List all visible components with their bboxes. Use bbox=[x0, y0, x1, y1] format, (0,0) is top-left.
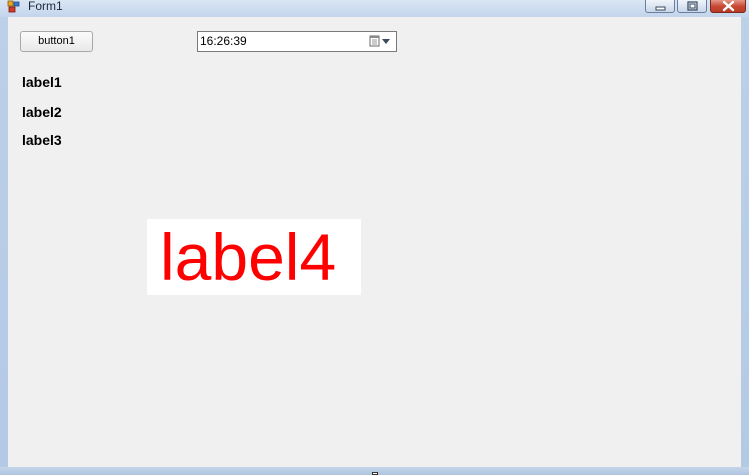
close-button[interactable] bbox=[710, 0, 746, 13]
datetime-picker[interactable]: 16:26:39 bbox=[197, 31, 397, 52]
window-title: Form1 bbox=[28, 0, 63, 13]
app-icon[interactable] bbox=[7, 0, 21, 13]
maximize-button[interactable] bbox=[677, 0, 707, 13]
datetime-value[interactable]: 16:26:39 bbox=[200, 32, 247, 51]
label3: label3 bbox=[22, 132, 62, 148]
label1: label1 bbox=[22, 74, 62, 90]
minimize-button[interactable] bbox=[645, 0, 675, 13]
minimize-icon bbox=[655, 6, 666, 11]
calendar-dropdown-icon[interactable] bbox=[368, 34, 394, 49]
button1[interactable]: button1 bbox=[20, 31, 93, 52]
label2: label2 bbox=[22, 104, 62, 120]
main-window: Form1 button1 16:26:39 label1 label2 lab… bbox=[0, 0, 749, 475]
title-bar[interactable]: Form1 bbox=[0, 0, 749, 17]
form-client-area: button1 16:26:39 label1 label2 label3 la… bbox=[8, 17, 741, 467]
close-icon bbox=[722, 0, 735, 12]
label4: label4 bbox=[147, 219, 361, 295]
restore-icon bbox=[687, 1, 698, 11]
